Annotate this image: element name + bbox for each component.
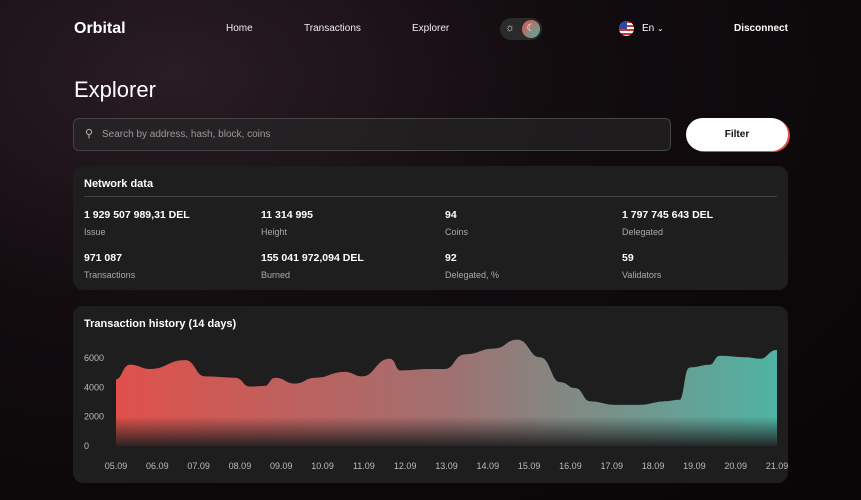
stat-burned: 155 041 972,094 DEL Burned — [261, 252, 364, 280]
y-tick-label: 0 — [84, 441, 89, 451]
x-tick-label: 11.09 — [353, 461, 375, 471]
stat-value: 1 929 507 989,31 DEL — [84, 209, 190, 221]
nav-home[interactable]: Home — [226, 23, 253, 34]
network-title: Network data — [84, 178, 154, 190]
search-bar[interactable]: ⚲ — [73, 118, 671, 151]
stat-coins: 94 Coins — [445, 209, 468, 237]
top-nav: Orbital Home Transactions Explorer ☼ ☾ E… — [0, 0, 861, 58]
stat-label: Validators — [622, 270, 662, 280]
nav-transactions[interactable]: Transactions — [304, 23, 361, 34]
stat-label: Height — [261, 227, 288, 237]
stat-value: 92 — [445, 252, 457, 264]
x-tick-label: 08.09 — [229, 461, 252, 471]
stat-height: 11 314 995 Height — [261, 209, 313, 237]
stat-delegated-percent: 92 Delegated, % — [445, 252, 499, 280]
x-tick-label: 10.09 — [311, 461, 334, 471]
x-tick-label: 18.09 — [642, 461, 665, 471]
stat-label: Coins — [445, 227, 469, 237]
language-label: En — [642, 23, 655, 34]
x-tick-label: 15.09 — [518, 461, 541, 471]
transaction-history-card: Transaction history (14 days) 0 2000 4000 6… — [73, 306, 788, 483]
filter-button[interactable]: Filter — [686, 118, 788, 151]
disconnect-button[interactable]: Disconnect — [734, 23, 788, 34]
x-tick-label: 06.09 — [146, 461, 169, 471]
transaction-history-chart: 0 2000 4000 6000 05.09 06.09 07.09 08.09 09.09 10… — [84, 339, 788, 471]
sun-icon: ☼ — [505, 22, 516, 34]
x-tick-label: 16.09 — [559, 461, 582, 471]
network-data-card: Network data 1 929 507 989,31 DEL Issue 1… — [73, 166, 788, 290]
stat-value: 1 797 745 643 DEL — [622, 209, 714, 221]
x-tick-label: 07.09 — [187, 461, 210, 471]
area-fade — [116, 346, 777, 447]
us-flag-icon[interactable] — [619, 21, 634, 36]
divider — [84, 196, 777, 197]
theme-toggle[interactable]: ☼ ☾ — [500, 18, 542, 40]
chevron-down-icon: ⌄ — [657, 24, 664, 33]
stat-value: 971 087 — [84, 252, 122, 264]
stat-value: 11 314 995 — [261, 209, 313, 221]
stat-issue: 1 929 507 989,31 DEL Issue — [84, 209, 190, 237]
stat-value: 155 041 972,094 DEL — [261, 252, 364, 264]
stat-validators: 59 Validators — [622, 252, 661, 280]
x-tick-label: 05.09 — [105, 461, 128, 471]
stat-label: Transactions — [84, 270, 136, 280]
stat-value: 59 — [622, 252, 634, 264]
stat-delegated: 1 797 745 643 DEL Delegated — [622, 209, 713, 237]
x-tick-label: 17.09 — [600, 461, 623, 471]
x-tick-label: 12.09 — [394, 461, 417, 471]
y-tick-label: 4000 — [84, 382, 104, 392]
x-tick-label: 19.09 — [683, 461, 706, 471]
stat-transactions: 971 087 Transactions — [84, 252, 135, 280]
stat-value: 94 — [445, 209, 457, 221]
search-icon: ⚲ — [85, 128, 94, 140]
y-tick-label: 6000 — [84, 353, 104, 363]
stat-label: Issue — [84, 227, 106, 237]
moon-icon: ☾ — [522, 20, 540, 38]
x-tick-label: 13.09 — [435, 461, 458, 471]
page-title: Explorer — [74, 77, 156, 102]
logo[interactable]: Orbital — [74, 20, 126, 38]
stat-label: Delegated, % — [445, 270, 500, 280]
search-input[interactable] — [102, 119, 662, 150]
language-select[interactable]: En ⌄ — [642, 23, 664, 34]
stat-label: Delegated — [622, 227, 664, 237]
nav-explorer[interactable]: Explorer — [412, 23, 449, 34]
stat-label: Burned — [261, 270, 291, 280]
x-tick-label: 21.09 — [766, 461, 788, 471]
x-tick-label: 20.09 — [724, 461, 747, 471]
x-tick-label: 09.09 — [270, 461, 293, 471]
y-tick-label: 2000 — [84, 412, 104, 422]
x-tick-label: 14.09 — [477, 461, 500, 471]
